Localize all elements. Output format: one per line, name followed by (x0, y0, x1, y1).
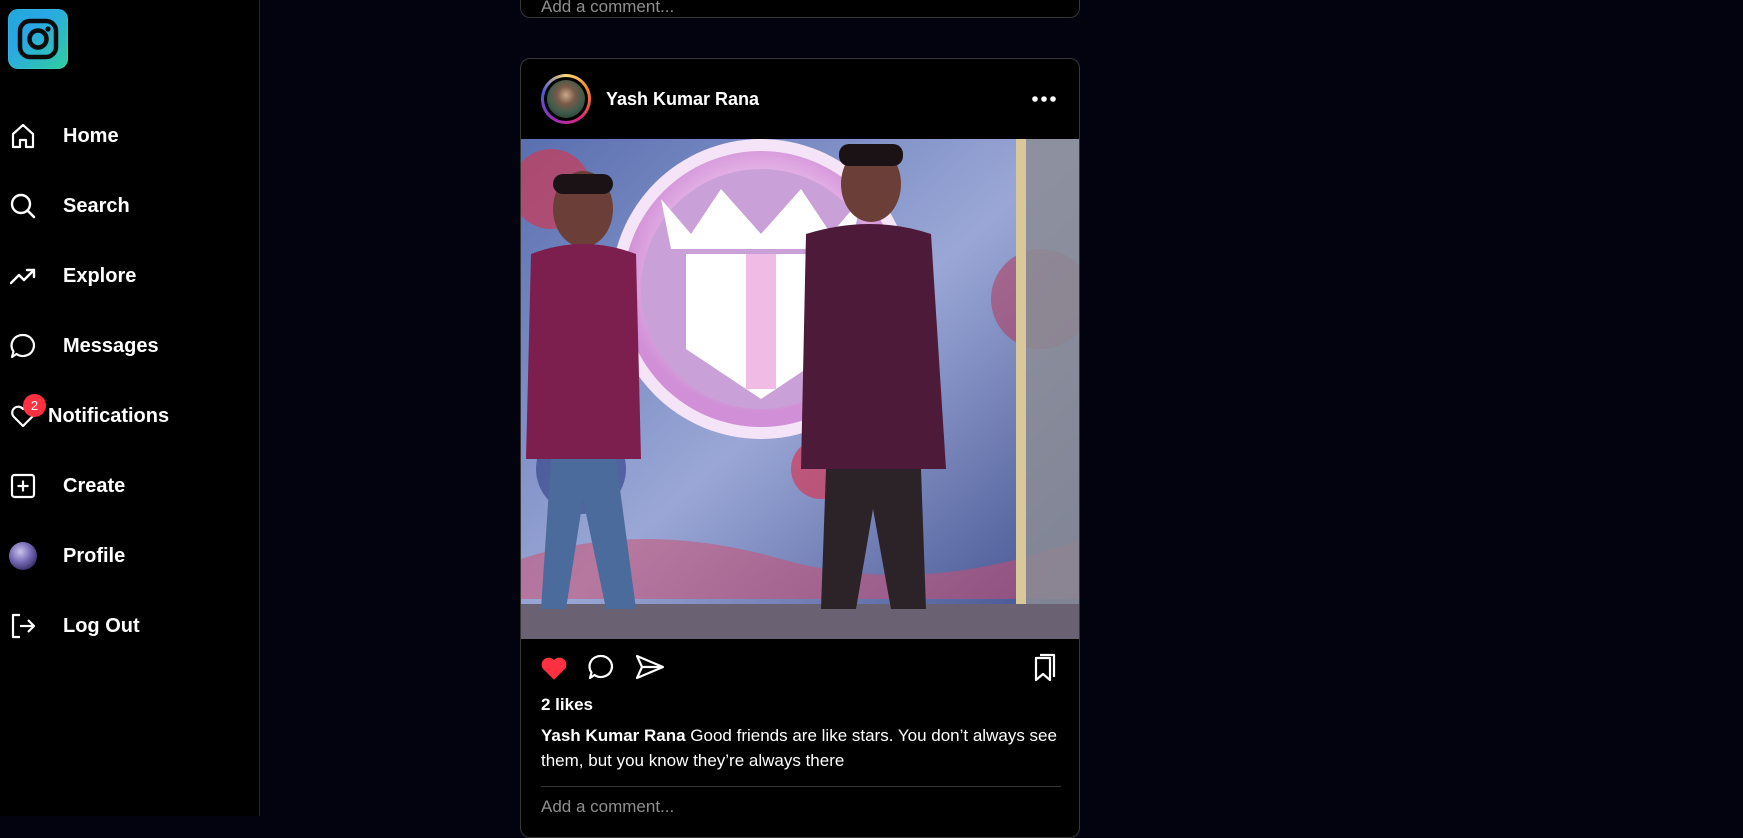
sidebar-item-label: Profile (63, 544, 126, 567)
sidebar-item-logout[interactable]: Log Out (0, 602, 240, 650)
like-button[interactable] (539, 653, 569, 683)
sidebar-item-explore[interactable]: Explore (0, 252, 240, 300)
heart-filled-icon (541, 657, 567, 680)
plus-square-icon (9, 472, 37, 500)
sidebar-item-profile[interactable]: Profile (0, 532, 240, 580)
avatar (9, 542, 37, 570)
sidebar-item-label: Search (63, 194, 130, 217)
comment-input[interactable]: Add a comment... (541, 0, 674, 17)
sidebar: Home Search Explore Messages 2 Notificat… (0, 0, 260, 816)
divider (541, 786, 1061, 787)
share-button[interactable] (635, 653, 665, 683)
instagram-logo-icon[interactable] (8, 9, 68, 69)
sidebar-item-label: Create (63, 474, 126, 497)
sidebar-item-notifications[interactable]: 2 Notifications (0, 392, 240, 440)
post-image[interactable] (521, 139, 1079, 639)
search-icon (9, 192, 37, 220)
sidebar-item-search[interactable]: Search (0, 182, 240, 230)
post-card: Yash Kumar Rana 2 likes Yash Kumar Rana … (520, 58, 1080, 838)
post-username[interactable]: Yash Kumar Rana (606, 89, 759, 110)
send-icon (635, 654, 665, 680)
sidebar-item-create[interactable]: Create (0, 462, 240, 510)
more-icon (1032, 96, 1056, 102)
home-icon (9, 122, 37, 150)
post-caption: Yash Kumar Rana Good friends are like st… (541, 723, 1061, 773)
comment-button[interactable] (587, 653, 617, 683)
chat-bubble-icon (9, 332, 37, 360)
trending-icon (9, 262, 37, 290)
post-actions (521, 641, 1079, 691)
post-header: Yash Kumar Rana (521, 59, 1079, 139)
logout-icon (9, 612, 37, 640)
sidebar-item-label: Home (63, 124, 119, 147)
save-button[interactable] (1031, 653, 1061, 683)
comment-icon (588, 654, 614, 680)
previous-post-card: Add a comment... (520, 0, 1080, 18)
sidebar-item-home[interactable]: Home (0, 112, 240, 160)
notification-badge: 2 (23, 394, 46, 417)
sidebar-item-label: Explore (63, 264, 137, 287)
sidebar-item-label: Log Out (63, 614, 140, 637)
comment-input[interactable]: Add a comment... (541, 797, 674, 817)
sidebar-item-messages[interactable]: Messages (0, 322, 240, 370)
likes-count[interactable]: 2 likes (541, 695, 593, 715)
sidebar-item-label: Messages (63, 334, 159, 357)
caption-username[interactable]: Yash Kumar Rana (541, 726, 686, 745)
more-options-button[interactable] (1029, 87, 1059, 111)
sidebar-item-label: Notifications (48, 404, 170, 427)
bookmark-icon (1034, 653, 1056, 682)
avatar[interactable] (541, 74, 591, 124)
